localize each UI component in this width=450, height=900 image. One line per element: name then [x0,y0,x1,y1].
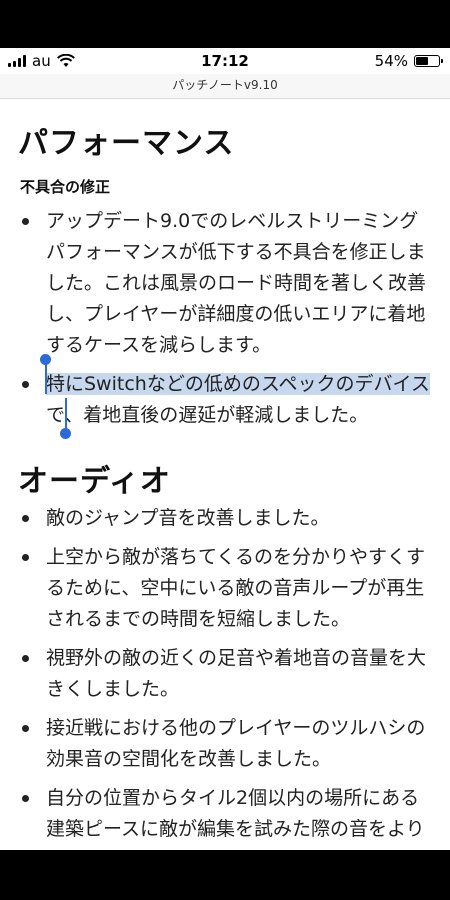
performance-list: アップデート9.0でのレベルストリーミングパフォーマンスが低下する不具合を修正し… [0,206,450,439]
subheading-fixes: 不具合の修正 [20,178,111,196]
selection-end-bar [65,398,67,430]
battery-icon [414,55,443,67]
section-title-performance: パフォーマンス [18,126,235,161]
status-right: 54% [374,52,443,70]
list-item: 接近戦における他のプレイヤーのツルハシの効果音の空間化を改善しました。 [0,713,450,775]
selection-end-handle[interactable] [60,428,71,439]
status-bar: au 17:12 54% [0,48,450,74]
page-url-title[interactable]: パッチノートv9.10 [0,74,450,99]
list-item-rest: で、着地直後の遅延が軽減しました。 [46,404,369,426]
audio-list: 敵のジャンプ音を改善しました。 上空から敵が落ちてくるのを分かりやすくするために… [0,503,450,850]
list-item: アップデート9.0でのレベルストリーミングパフォーマンスが低下する不具合を修正し… [0,206,450,361]
list-item: 敵のジャンプ音を改善しました。 [0,503,450,534]
list-item: 自分の位置からタイル2個以内の場所にある建築ピースに敵が編集を試みた際の音をより [0,783,450,845]
battery-percent: 54% [374,52,408,70]
text-selection[interactable]: 特にSwitchなどの低めのスペックのデバイス [46,373,430,395]
browser-screen: au 17:12 54% パッチノートv9.10 パフォーマンス 不具合の修正 … [0,48,450,850]
list-item: 視野外の敵の近くの足音や着地音の音量を大きくしました。 [0,643,450,705]
selection-start-bar [45,362,47,394]
section-title-audio: オーディオ [18,464,171,499]
list-item-selected: 特にSwitchなどの低めのスペックのデバイスで、着地直後の遅延が軽減しました。 [0,369,450,431]
list-item: 上空から敵が落ちてくるのを分かりやすくするために、空中にいる敵の音声ループが再生… [0,542,450,635]
